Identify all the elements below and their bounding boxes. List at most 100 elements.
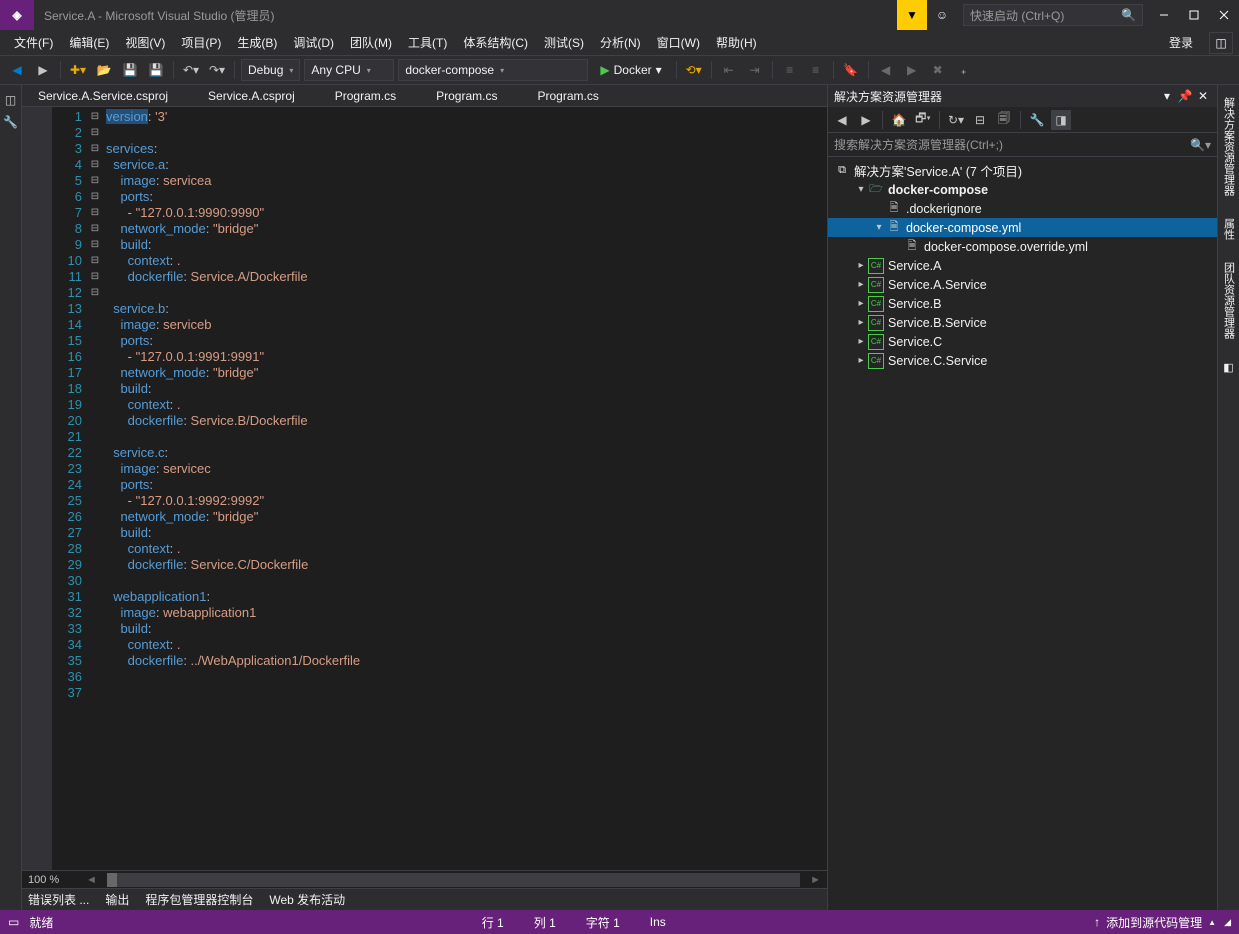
- chevron-right-icon[interactable]: ►: [810, 874, 821, 886]
- forward-button[interactable]: ▶: [32, 59, 54, 81]
- tree-item[interactable]: ▾🗁docker-compose: [828, 180, 1217, 199]
- tree-item[interactable]: 🗎docker-compose.override.yml: [828, 237, 1217, 256]
- document-tab[interactable]: Program.cs: [527, 86, 608, 106]
- notifications-icon[interactable]: ▼: [897, 0, 927, 30]
- menu-item[interactable]: 分析(N): [592, 31, 649, 54]
- minimize-button[interactable]: [1149, 0, 1179, 30]
- document-tab[interactable]: Service.A.Service.csproj: [28, 86, 178, 106]
- resize-grip-icon[interactable]: ◢: [1224, 917, 1231, 928]
- code-line[interactable]: [106, 429, 823, 445]
- home-icon[interactable]: 🏠: [889, 110, 909, 130]
- code-line[interactable]: context: .: [106, 397, 823, 413]
- avatar-icon[interactable]: ◫: [1209, 32, 1233, 54]
- code-line[interactable]: ports:: [106, 333, 823, 349]
- tree-item[interactable]: ▸C#Service.B: [828, 294, 1217, 313]
- code-line[interactable]: network_mode: "bridge": [106, 365, 823, 381]
- tree-item[interactable]: 🗎.dockerignore: [828, 199, 1217, 218]
- code-line[interactable]: image: servicec: [106, 461, 823, 477]
- save-button[interactable]: 💾: [119, 59, 141, 81]
- preview-icon[interactable]: ◨: [1051, 110, 1071, 130]
- run-button[interactable]: ▶Docker▾: [592, 59, 669, 81]
- tree-item[interactable]: ▸C#Service.B.Service: [828, 313, 1217, 332]
- dock-tab[interactable]: ◧: [1220, 353, 1237, 382]
- code-line[interactable]: context: .: [106, 253, 823, 269]
- code-line[interactable]: dockerfile: Service.C/Dockerfile: [106, 557, 823, 573]
- menu-item[interactable]: 项目(P): [173, 31, 229, 54]
- save-all-button[interactable]: 💾: [145, 59, 167, 81]
- tree-item[interactable]: ▸C#Service.C.Service: [828, 351, 1217, 370]
- fold-toggle[interactable]: ⊟: [88, 285, 102, 301]
- prev-bookmark-icon[interactable]: ◀: [875, 59, 897, 81]
- bottom-tab[interactable]: 程序包管理器控制台: [145, 891, 253, 908]
- fold-toggle[interactable]: ⊟: [88, 109, 102, 125]
- bottom-tab[interactable]: Web 发布活动: [269, 891, 345, 908]
- fold-toggle[interactable]: ⊟: [88, 173, 102, 189]
- bottom-tab[interactable]: 输出: [105, 891, 129, 908]
- menu-item[interactable]: 团队(M): [342, 31, 400, 54]
- tree-item[interactable]: ▸C#Service.A: [828, 256, 1217, 275]
- comment-icon[interactable]: ≡: [779, 59, 801, 81]
- code-line[interactable]: build:: [106, 621, 823, 637]
- undo-button[interactable]: ↶▾: [180, 59, 202, 81]
- fold-toggle[interactable]: ⊟: [88, 125, 102, 141]
- fold-toggle[interactable]: ⊟: [88, 269, 102, 285]
- code-line[interactable]: [106, 125, 823, 141]
- menu-item[interactable]: 生成(B): [229, 31, 285, 54]
- code-line[interactable]: image: webapplication1: [106, 605, 823, 621]
- close-icon[interactable]: ✕: [1195, 88, 1211, 104]
- window-menu-icon[interactable]: ▾: [1159, 88, 1175, 104]
- maximize-button[interactable]: [1179, 0, 1209, 30]
- code-line[interactable]: - "127.0.0.1:9992:9992": [106, 493, 823, 509]
- document-tab[interactable]: Program.cs: [325, 86, 406, 106]
- code-line[interactable]: dockerfile: Service.B/Dockerfile: [106, 413, 823, 429]
- chevron-left-icon[interactable]: ◄: [86, 874, 97, 886]
- configuration-dropdown[interactable]: Debug▾: [241, 59, 300, 81]
- close-button[interactable]: [1209, 0, 1239, 30]
- code-line[interactable]: image: servicea: [106, 173, 823, 189]
- code-line[interactable]: build:: [106, 525, 823, 541]
- code-line[interactable]: context: .: [106, 541, 823, 557]
- sync-icon[interactable]: 🗗▾: [913, 110, 933, 130]
- new-project-button[interactable]: ✚▾: [67, 59, 89, 81]
- code-line[interactable]: service.a:: [106, 157, 823, 173]
- menu-item[interactable]: 工具(T): [400, 31, 455, 54]
- code-line[interactable]: [106, 685, 823, 701]
- dock-tab[interactable]: 团队资源管理器: [1219, 254, 1239, 347]
- forward-icon[interactable]: ▶: [856, 110, 876, 130]
- quick-launch-input[interactable]: 快速启动 (Ctrl+Q) 🔍: [963, 4, 1143, 26]
- menu-item[interactable]: 帮助(H): [708, 31, 765, 54]
- code-line[interactable]: [106, 573, 823, 589]
- collapse-icon[interactable]: ⊟: [970, 110, 990, 130]
- menu-item[interactable]: 窗口(W): [649, 31, 708, 54]
- code-line[interactable]: webapplication1:: [106, 589, 823, 605]
- code-area[interactable]: version: '3' services: service.a: image:…: [102, 107, 827, 870]
- dock-tab[interactable]: 解决方案资源管理器: [1219, 89, 1239, 204]
- dock-tab[interactable]: 属性: [1219, 210, 1239, 248]
- source-control-button[interactable]: ↑添加到源代码管理▲: [1094, 914, 1216, 931]
- code-line[interactable]: ports:: [106, 189, 823, 205]
- solution-search-input[interactable]: 搜索解决方案资源管理器(Ctrl+;) 🔍▾: [828, 133, 1217, 157]
- tree-item[interactable]: ▸C#Service.A.Service: [828, 275, 1217, 294]
- code-line[interactable]: dockerfile: Service.A/Dockerfile: [106, 269, 823, 285]
- solution-root[interactable]: ⧉解决方案'Service.A' (7 个项目): [828, 161, 1217, 180]
- fold-strip[interactable]: ⊟⊟⊟⊟⊟⊟⊟⊟⊟⊟⊟⊟: [88, 107, 102, 870]
- bookmark-icon[interactable]: 🔖: [840, 59, 862, 81]
- code-line[interactable]: - "127.0.0.1:9991:9991": [106, 349, 823, 365]
- startup-project-dropdown[interactable]: docker-compose▾: [398, 59, 588, 81]
- menu-item[interactable]: 编辑(E): [61, 31, 117, 54]
- solution-tree[interactable]: ⧉解决方案'Service.A' (7 个项目)▾🗁docker-compose…: [828, 157, 1217, 910]
- server-explorer-icon[interactable]: ◫: [0, 89, 22, 111]
- open-file-button[interactable]: 📂: [93, 59, 115, 81]
- show-all-icon[interactable]: 🗐: [994, 110, 1014, 130]
- code-editor[interactable]: 1234567891011121314151617181920212223242…: [22, 107, 827, 870]
- redo-button[interactable]: ↷▾: [206, 59, 228, 81]
- code-line[interactable]: build:: [106, 237, 823, 253]
- feedback-icon[interactable]: ☺: [927, 0, 957, 30]
- tree-item[interactable]: ▸C#Service.C: [828, 332, 1217, 351]
- tree-item[interactable]: ▾🗎docker-compose.yml: [828, 218, 1217, 237]
- menu-item[interactable]: 视图(V): [117, 31, 173, 54]
- zoom-dropdown[interactable]: 100 %: [28, 874, 76, 886]
- code-line[interactable]: build:: [106, 381, 823, 397]
- fold-toggle[interactable]: ⊟: [88, 221, 102, 237]
- bottom-tab[interactable]: 错误列表 ...: [28, 891, 89, 908]
